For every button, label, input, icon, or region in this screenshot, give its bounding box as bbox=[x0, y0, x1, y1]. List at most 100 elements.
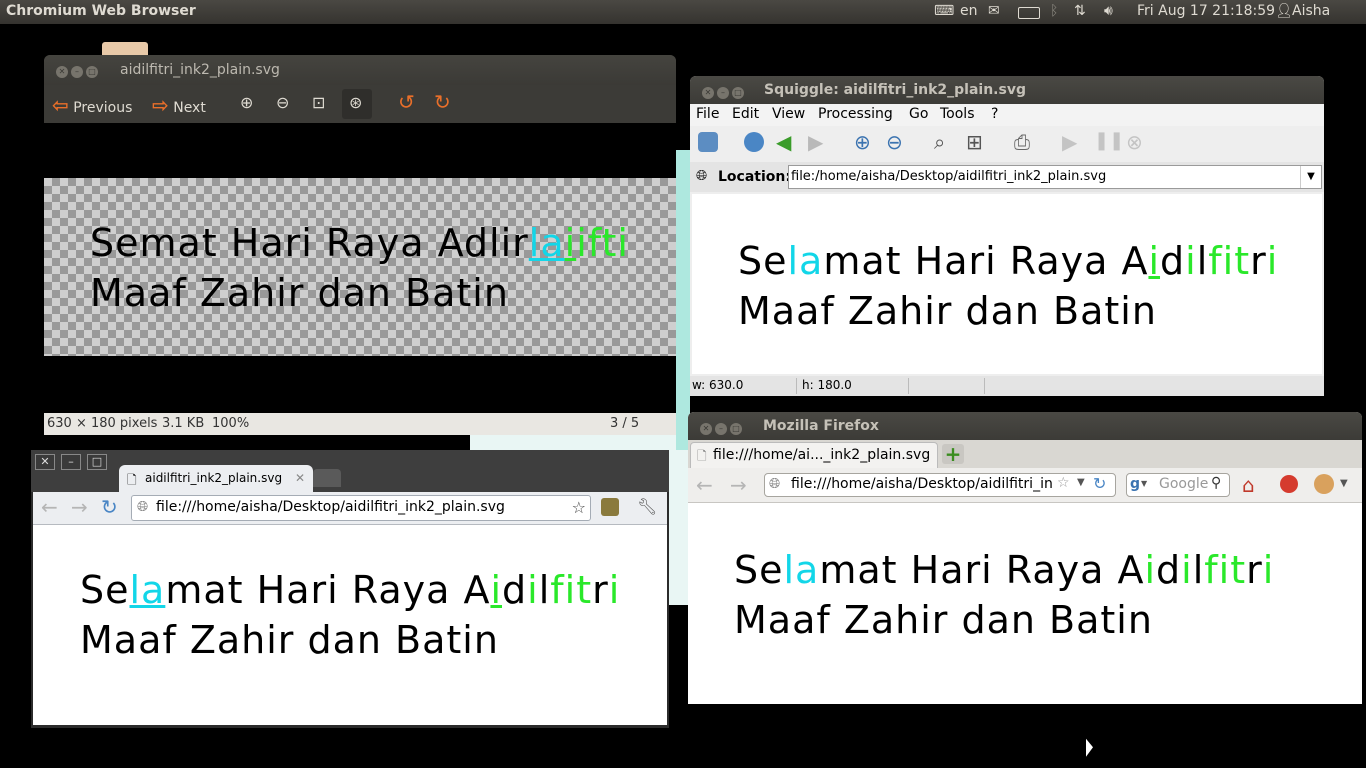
home-icon[interactable]: ⌂ bbox=[1242, 473, 1255, 497]
zoom-normal-icon[interactable]: ⊡ bbox=[312, 93, 325, 112]
engine-dropdown-icon[interactable]: ▼ bbox=[1141, 479, 1147, 488]
network-icon[interactable]: ⇅ bbox=[1074, 3, 1086, 19]
keyboard-icon[interactable]: ⌨ bbox=[934, 3, 954, 19]
close-icon[interactable]: ✕ bbox=[702, 87, 714, 99]
back-icon[interactable]: ◀ bbox=[776, 130, 791, 154]
dom-viewer-icon[interactable]: ⊞ bbox=[966, 130, 983, 154]
open-icon[interactable] bbox=[698, 132, 718, 152]
mail-icon[interactable]: ✉ bbox=[988, 3, 1000, 19]
tab-svg-file[interactable]: 🗋︎ aidilfitri_ink2_plain.svg ✕ bbox=[119, 465, 313, 492]
greasemonkey-icon[interactable] bbox=[1314, 474, 1334, 494]
window-title: Mozilla Firefox bbox=[763, 418, 879, 434]
location-dropdown-icon[interactable]: ▼ bbox=[1300, 166, 1321, 188]
maximize-icon[interactable]: □ bbox=[732, 87, 744, 99]
menu-view[interactable]: View bbox=[772, 106, 805, 122]
menu-processing[interactable]: Processing bbox=[818, 106, 893, 122]
tab-svg-file[interactable]: 🗋︎ file:///home/ai..._ink2_plain.svg bbox=[690, 442, 938, 469]
forward-icon[interactable]: ▶ bbox=[808, 130, 823, 154]
play-icon[interactable]: ▶ bbox=[1062, 130, 1077, 154]
menu-dropdown-icon[interactable]: ▼ bbox=[1340, 478, 1348, 489]
squiggle-statusbar: w: 630.0 h: 180.0 bbox=[690, 376, 1324, 396]
desktop-folder-icon[interactable] bbox=[102, 42, 148, 56]
zoom-out-icon[interactable]: ⊖ bbox=[886, 130, 903, 154]
reload-icon[interactable]: ↻ bbox=[101, 495, 118, 519]
pause-icon[interactable]: ❚❚ bbox=[1094, 130, 1124, 151]
maximize-icon[interactable]: □ bbox=[86, 66, 98, 78]
image-viewer-window: ✕ – □ aidilfitri_ink2_plain.svg ⇦ Previous… bbox=[44, 55, 676, 435]
image-text-line-2: Maaf Zahir dan Batin bbox=[90, 271, 509, 315]
bookmark-star-icon[interactable]: ☆ bbox=[1057, 475, 1070, 491]
forward-icon[interactable]: → bbox=[730, 473, 747, 497]
previous-button[interactable]: ⇦ Previous bbox=[52, 93, 132, 117]
search-bar[interactable]: g ▼ Google ⚲ bbox=[1126, 473, 1230, 497]
squiggle-window: ✕ – □ Squiggle: aidilfitri_ink2_plain.svg … bbox=[690, 76, 1324, 396]
menu-file[interactable]: File bbox=[696, 106, 719, 122]
location-value: file:/home/aisha/Desktop/aidilfitri_ink2… bbox=[791, 169, 1107, 184]
minimize-icon[interactable]: – bbox=[61, 454, 81, 470]
clock[interactable]: Fri Aug 17 21:18:59 bbox=[1137, 3, 1275, 19]
zoom-in-icon[interactable]: ⊕ bbox=[240, 93, 253, 112]
menu-edit[interactable]: Edit bbox=[732, 106, 759, 122]
reload-icon[interactable]: ↻ bbox=[1093, 474, 1106, 493]
rotate-right-icon[interactable]: ↻ bbox=[434, 90, 451, 114]
zoom-in-icon[interactable]: ⊕ bbox=[854, 130, 871, 154]
wrench-icon[interactable]: 🔧︎ bbox=[637, 497, 657, 516]
user-name[interactable]: Aisha bbox=[1292, 3, 1330, 19]
maximize-icon[interactable]: □ bbox=[730, 423, 742, 435]
zoom-level: 100% bbox=[212, 416, 250, 431]
svg-text-line-2: Maaf Zahir dan Batin bbox=[738, 289, 1157, 333]
back-icon[interactable]: ← bbox=[41, 495, 58, 519]
minimize-icon[interactable]: – bbox=[71, 66, 83, 78]
minimize-icon[interactable]: – bbox=[717, 87, 729, 99]
new-tab-button[interactable] bbox=[313, 469, 341, 487]
page-info-icon[interactable]: 🌐︎ bbox=[137, 499, 148, 515]
url-bar[interactable]: 🌐︎ file:///home/aisha/Desktop/aidilfitri… bbox=[764, 473, 1116, 497]
battery-icon[interactable] bbox=[1018, 7, 1040, 19]
svg-text-line-2: Maaf Zahir dan Batin bbox=[80, 618, 499, 662]
bookmark-star-icon[interactable]: ☆ bbox=[572, 498, 586, 517]
google-icon[interactable]: g bbox=[1130, 476, 1140, 492]
previous-label: Previous bbox=[73, 100, 133, 116]
tab-close-icon[interactable]: ✕ bbox=[295, 471, 305, 485]
location-input[interactable]: file:/home/aisha/Desktop/aidilfitri_ink2… bbox=[788, 165, 1322, 189]
chromium-toolbar: ← → ↻ 🌐︎ file:///home/aisha/Desktop/aidi… bbox=[33, 492, 667, 525]
url-dropdown-icon[interactable]: ▼ bbox=[1077, 477, 1085, 488]
new-tab-button[interactable]: + bbox=[942, 444, 964, 464]
best-fit-icon: ⊛ bbox=[349, 93, 363, 112]
close-icon[interactable]: ✕ bbox=[35, 454, 55, 470]
print-icon[interactable]: ⎙ bbox=[1014, 130, 1030, 154]
back-icon[interactable]: ← bbox=[696, 473, 713, 497]
close-icon[interactable]: ✕ bbox=[700, 423, 712, 435]
mouse-cursor-icon bbox=[1086, 738, 1093, 760]
best-fit-button[interactable]: ⊛ bbox=[342, 89, 372, 119]
omnibox[interactable]: 🌐︎ file:///home/aisha/Desktop/aidilfitri… bbox=[131, 495, 591, 521]
zoom-out-icon[interactable]: ⊖ bbox=[276, 93, 289, 112]
window-title: aidilfitri_ink2_plain.svg bbox=[120, 62, 280, 78]
reload-icon[interactable] bbox=[744, 132, 764, 152]
stop-icon[interactable]: ⊗ bbox=[1126, 130, 1143, 154]
svg-text-line-1: Selamat Hari Raya Aidilfitri bbox=[734, 548, 1275, 592]
preview-icon[interactable]: ⌕ bbox=[934, 130, 945, 154]
image-dimensions: 630 × 180 pixels bbox=[47, 416, 158, 431]
svg-text: Selamat Hari Raya Aidilfitri Maaf Zahir … bbox=[80, 565, 620, 665]
top-panel: Chromium Web Browser ⌨ en ✉ ᛒ ⇅ 🔊︎ Fri A… bbox=[0, 0, 1366, 24]
bluetooth-icon[interactable]: ᛒ bbox=[1050, 3, 1058, 19]
close-icon[interactable]: ✕ bbox=[56, 66, 68, 78]
user-icon[interactable]: 👤︎ bbox=[1275, 3, 1293, 19]
minimize-icon[interactable]: – bbox=[715, 423, 727, 435]
site-identity-icon[interactable]: 🌐︎ bbox=[769, 476, 780, 492]
image-viewer-titlebar: ✕ – □ aidilfitri_ink2_plain.svg bbox=[44, 55, 676, 85]
page-icon: 🗋︎ bbox=[127, 473, 137, 487]
maximize-icon[interactable]: □ bbox=[87, 454, 107, 470]
next-button[interactable]: ⇨ Next bbox=[152, 93, 206, 117]
forward-icon[interactable]: → bbox=[71, 495, 88, 519]
search-icon[interactable]: ⚲ bbox=[1211, 475, 1221, 491]
keyboard-layout[interactable]: en bbox=[960, 3, 978, 19]
menu-tools[interactable]: Tools bbox=[940, 106, 975, 122]
extension-icon[interactable] bbox=[601, 498, 619, 516]
addon-icon[interactable] bbox=[1280, 475, 1298, 493]
menu-help[interactable]: ? bbox=[991, 106, 998, 122]
menu-go[interactable]: Go bbox=[909, 106, 928, 122]
volume-icon[interactable]: 🔊︎ bbox=[1104, 3, 1113, 19]
rotate-left-icon[interactable]: ↺ bbox=[398, 90, 415, 114]
